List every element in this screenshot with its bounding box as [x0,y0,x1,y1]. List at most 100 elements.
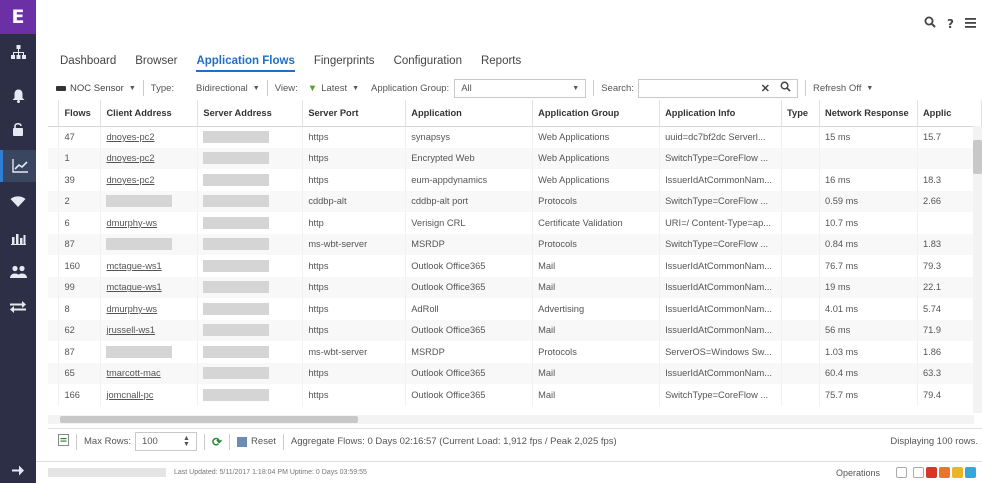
table-cell: cddbp-alt port [405,190,534,212]
table-cell: 1.86 [917,341,982,363]
menu-icon[interactable] [965,17,976,31]
cell-text: 79.4 [922,389,942,400]
refresh-icon[interactable]: ⟳ [212,435,222,449]
table-row[interactable]: 62 jrussell-ws1 https Outlook Office365 Mail… [48,319,982,341]
column-header[interactable]: Flows [58,100,102,127]
max-rows-stepper[interactable]: 100 ▲ ▼ [134,432,197,451]
column-header[interactable]: Network Response [819,100,918,127]
search-icon[interactable] [780,81,791,95]
horizontal-scrollbar[interactable] [48,415,974,424]
table-cell: 15.7 [917,126,982,148]
table-row[interactable]: 2 cddbp-alt cddbp-alt port Protocols SwitchT… [48,190,982,212]
lock-icon[interactable] [0,115,36,143]
type-select[interactable]: Bidirectional ▼ [196,83,260,94]
line-chart-icon[interactable] [0,150,36,182]
table-row[interactable]: 87 ms-wbt-server MSRDP Protocols ServerOS=Wi… [48,341,982,363]
bar-chart-icon[interactable] [0,224,36,252]
client-address-link[interactable]: mctague-ws1 [106,282,161,292]
client-address-link[interactable]: mctague-ws1 [106,261,161,271]
column-header[interactable]: Application [405,100,534,127]
table-cell: 8 [58,298,102,320]
export-icon[interactable] [58,434,69,449]
table-cell: Protocols [532,233,661,255]
search-icon[interactable] [924,16,936,31]
tab-fingerprints[interactable]: Fingerprints [314,55,375,72]
table-row[interactable]: 166 jomcnall-pc https Outlook Office365 Mail… [48,384,982,406]
cell-text: 16 ms [825,174,851,185]
table-row[interactable]: 8 dmurphy-ws https AdRoll Advertising IssuerI… [48,298,982,320]
table-row[interactable]: 160 mctague-ws1 https Outlook Office365 Mail… [48,255,982,277]
cell-text: 10.7 ms [825,217,859,228]
client-address-link[interactable]: dmurphy-ws [106,304,157,314]
info-alarm-badge[interactable] [965,467,976,478]
warning-alarm-badge[interactable] [952,467,963,478]
table-cell: dnoyes-pc2 [100,126,199,148]
scroll-thumb[interactable] [60,416,358,423]
table-row[interactable]: 99 mctague-ws1 https Outlook Office365 Mail I… [48,276,982,298]
tab-browser[interactable]: Browser [135,55,177,72]
tab-configuration[interactable]: Configuration [394,55,462,72]
redacted-address [203,173,270,186]
alarm-bell-icon[interactable] [913,467,924,478]
application-group-select[interactable]: All ▼ [454,78,587,98]
network-tree-icon[interactable] [0,38,36,66]
sensor-select[interactable]: NOC Sensor ▼ [56,83,136,94]
client-address-link[interactable]: tmarcott-mac [106,368,160,378]
redacted-address [106,345,173,358]
cell-text: 75.7 ms [825,389,859,400]
table-row[interactable]: 6 dmurphy-ws http Verisign CRL Certificate V… [48,212,982,234]
cell-text: https [308,282,329,293]
view-select[interactable]: ▼ Latest ▼ [308,83,359,94]
help-button[interactable]: ? [947,17,954,31]
client-address-link[interactable]: dnoyes-pc2 [106,175,154,185]
vertical-scrollbar[interactable] [973,126,982,413]
cell-text: 8 [64,303,70,314]
table-row[interactable]: 47 dnoyes-pc2 https synapsys Web Application… [48,126,982,148]
column-header[interactable]: Application Group [532,100,661,127]
extreme-logo[interactable]: E [0,0,36,34]
reset-button[interactable]: Reset [251,436,276,447]
table-row[interactable]: 39 dnoyes-pc2 https eum-appdynamics Web Appl… [48,169,982,191]
tab-dashboard[interactable]: Dashboard [60,55,116,72]
error-alarm-badge[interactable] [939,467,950,478]
column-header[interactable]: Server Port [302,100,407,127]
critical-alarm-badge[interactable] [926,467,937,478]
table-cell: uuid=dc7bf2dc Serverl... [659,126,783,148]
tab-reports[interactable]: Reports [481,55,521,72]
tab-application-flows[interactable]: Application Flows [196,55,295,72]
users-icon[interactable] [0,258,36,286]
cell-text: 76.7 ms [825,260,859,271]
stepper-arrows-icon[interactable]: ▲ ▼ [183,435,190,448]
column-header[interactable]: Server Address [197,100,304,127]
transfer-arrows-icon[interactable] [0,293,36,321]
cell-text: 160 [64,260,80,271]
client-address-link[interactable]: dnoyes-pc2 [106,153,154,163]
search-input[interactable]: ✕ [637,78,798,98]
table-cell: mctague-ws1 [100,276,199,298]
bell-icon[interactable] [0,82,36,110]
tasks-icon[interactable] [896,467,907,478]
column-header[interactable]: Application Info [659,100,783,127]
table-cell [781,190,820,212]
client-address-link[interactable]: dnoyes-pc2 [106,132,154,142]
column-header[interactable]: Applic [917,100,982,127]
wifi-icon[interactable] [0,187,36,215]
cell-text: 71.9 [922,325,942,336]
arrow-right-icon[interactable] [0,456,36,484]
table-row[interactable]: 87 ms-wbt-server MSRDP Protocols SwitchType=… [48,233,982,255]
column-header[interactable]: Client Address [100,100,199,127]
refresh-select[interactable]: Refresh Off ▼ [813,83,873,94]
table-cell: 1.03 ms [819,341,918,363]
table-row[interactable]: 65 tmarcott-mac https Outlook Office365 Mail… [48,362,982,384]
table-cell: 166 [58,384,102,406]
cell-text: 0.59 ms [825,196,859,207]
operations-label[interactable]: Operations [836,468,880,478]
column-header[interactable]: Type [781,100,820,127]
cell-text: https [308,389,329,400]
client-address-link[interactable]: jomcnall-pc [106,390,153,400]
scroll-thumb[interactable] [973,140,982,174]
clear-icon[interactable]: ✕ [761,82,770,95]
client-address-link[interactable]: dmurphy-ws [106,218,157,228]
client-address-link[interactable]: jrussell-ws1 [106,325,155,335]
table-row[interactable]: 1 dnoyes-pc2 https Encrypted Web Web Applica… [48,147,982,169]
